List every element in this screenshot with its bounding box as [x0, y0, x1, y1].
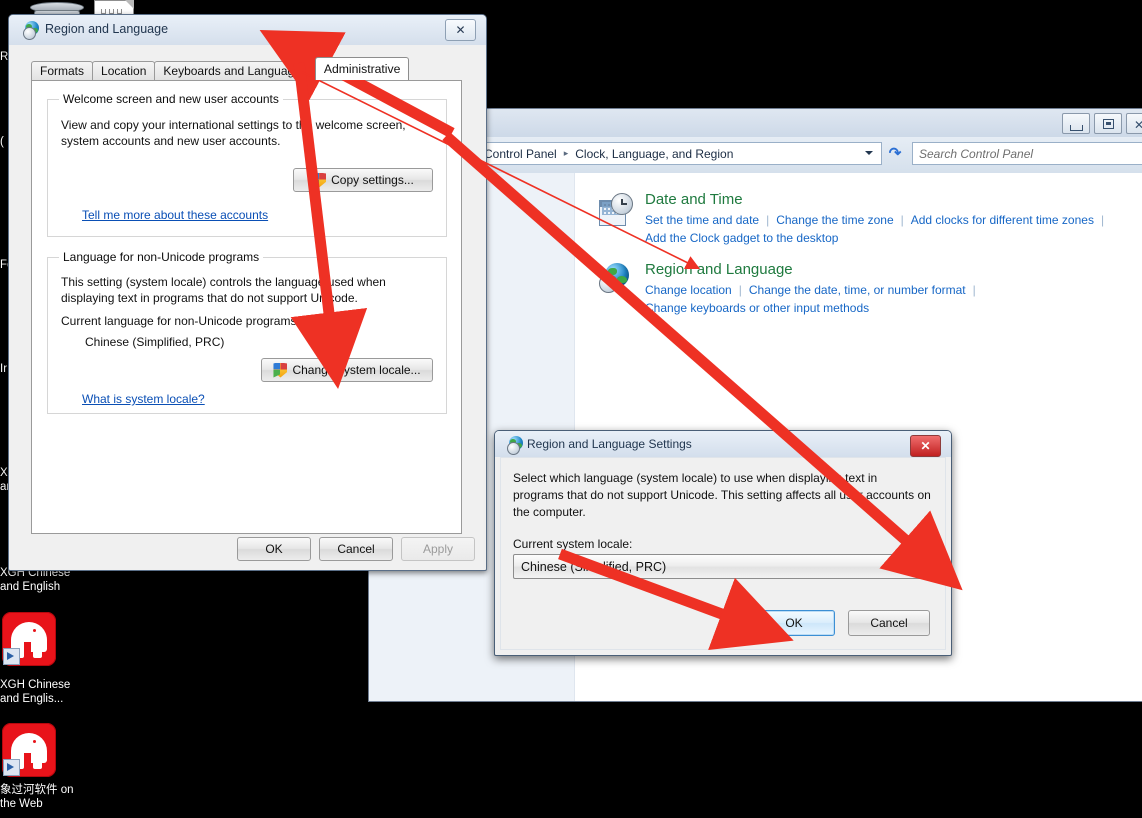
restore-button[interactable]: [1094, 113, 1122, 134]
breadcrumb-separator-icon: ▸: [563, 148, 569, 158]
tab-location[interactable]: Location: [92, 61, 156, 80]
current-language-value: Chinese (Simplified, PRC): [85, 335, 225, 349]
chevron-down-icon-2[interactable]: [922, 565, 930, 569]
shield-icon: [312, 172, 327, 188]
welcome-screen-legend: Welcome screen and new user accounts: [59, 92, 283, 106]
region-and-language-dialog[interactable]: Region and Language ✕ Formats Location K…: [8, 14, 487, 571]
tab-keyboards-and-languages[interactable]: Keyboards and Languages: [154, 61, 316, 80]
minimize-button[interactable]: [1062, 113, 1090, 134]
tab-administrative[interactable]: Administrative: [314, 57, 410, 80]
search-placeholder: Search Control Panel: [919, 146, 1034, 161]
category-title-date-and-time[interactable]: Date and Time: [645, 191, 1142, 209]
xgh-software-web-shortcut[interactable]: [0, 723, 61, 777]
administrative-tab-panel: Welcome screen and new user accounts Vie…: [31, 80, 462, 534]
welcome-screen-description: View and copy your international setting…: [61, 118, 406, 148]
link-add-clock-gadget[interactable]: Add the Clock gadget to the desktop: [645, 231, 838, 245]
xgh-icon-3-label: 象过河软件 on the Web: [0, 784, 74, 810]
change-system-locale-label: Change system locale...: [292, 363, 421, 377]
region-dialog-titlebar[interactable]: Region and Language ✕: [9, 15, 486, 45]
refresh-icon[interactable]: ↷: [884, 142, 906, 163]
link-change-date-time-number-format[interactable]: Change the date, time, or number format: [749, 283, 966, 297]
settings-cancel-button[interactable]: Cancel: [848, 610, 930, 636]
elephant-logo-icon-2: [2, 723, 56, 777]
settings-dialog-body: Select which language (system locale) to…: [500, 457, 946, 650]
region-dialog-cancel-button[interactable]: Cancel: [319, 537, 393, 561]
breadcrumb-current[interactable]: Clock, Language, and Region: [575, 147, 733, 161]
region-globe-icon: [23, 21, 41, 40]
category-links-date-and-time: Set the time and date | Change the time zo…: [645, 213, 1105, 227]
region-dialog-footer: OK Cancel Apply: [9, 532, 486, 570]
link-change-keyboards[interactable]: Change keyboards or other input methods: [645, 301, 869, 315]
address-bar[interactable]: Control Panel ▸ Clock, Language, and Reg…: [479, 142, 882, 165]
region-globe-icon-2: [507, 436, 525, 455]
shortcut-arrow-icon: [3, 648, 20, 665]
settings-dialog-titlebar[interactable]: Region and Language Settings ✕: [495, 431, 951, 457]
non-unicode-legend: Language for non-Unicode programs: [59, 250, 264, 264]
settings-ok-button[interactable]: OK: [753, 610, 835, 636]
link-change-time-zone[interactable]: Change the time zone: [776, 213, 893, 227]
system-locale-value: Chinese (Simplified, PRC): [521, 559, 667, 574]
settings-dialog-close-button[interactable]: ✕: [910, 435, 941, 457]
non-unicode-description: This setting (system locale) controls th…: [61, 275, 386, 305]
shield-icon-2: [273, 362, 288, 378]
settings-description: Select which language (system locale) to…: [513, 471, 931, 519]
xgh-chinese-english-shortcut[interactable]: [0, 612, 61, 666]
region-dialog-tabstrip: Formats Location Keyboards and Languages…: [31, 57, 410, 80]
tell-me-more-link[interactable]: Tell me more about these accounts: [82, 208, 268, 222]
settings-dialog-title: Region and Language Settings: [527, 437, 692, 451]
system-locale-dropdown[interactable]: Chinese (Simplified, PRC): [513, 554, 940, 579]
link-add-clocks[interactable]: Add clocks for different time zones: [911, 213, 1094, 227]
search-input[interactable]: Search Control Panel: [912, 142, 1142, 165]
category-title-region-and-language[interactable]: Region and Language: [645, 261, 1142, 279]
category-date-and-time: Date and Time Set the time and date | Chan…: [599, 191, 1142, 247]
close-icon: ✕: [455, 23, 466, 37]
close-button[interactable]: ✕: [1126, 113, 1142, 134]
desktop-label-fragment-4: Ir: [0, 363, 8, 375]
current-system-locale-label: Current system locale:: [513, 537, 633, 551]
region-dialog-title: Region and Language: [45, 22, 169, 36]
region-dialog-close-button[interactable]: ✕: [445, 19, 476, 41]
current-language-label: Current language for non-Unicode program…: [61, 314, 300, 328]
copy-settings-label: Copy settings...: [331, 173, 414, 187]
elephant-logo-icon: [2, 612, 56, 666]
breadcrumb-root[interactable]: Control Panel: [484, 147, 557, 161]
tab-formats[interactable]: Formats: [31, 61, 94, 80]
welcome-screen-group: Welcome screen and new user accounts Vie…: [47, 92, 447, 237]
xgh-icon-2-label: XGH Chinese and Englis...: [0, 679, 71, 705]
what-is-system-locale-link[interactable]: What is system locale?: [82, 392, 205, 406]
category-links2-region-and-language: Change keyboards or other input methods: [645, 299, 1142, 317]
region-dialog-ok-button[interactable]: OK: [237, 537, 311, 561]
close-icon-2: ✕: [920, 439, 931, 453]
category-links-region-and-language: Change location | Change the date, time, o…: [645, 283, 976, 297]
change-system-locale-button[interactable]: Change system locale...: [261, 358, 433, 382]
close-icon: ✕: [1134, 118, 1142, 132]
desktop-label-fragment-2: (: [0, 136, 4, 148]
date-time-icon: [599, 193, 633, 227]
shortcut-arrow-icon-2: [3, 759, 20, 776]
category-region-and-language: Region and Language Change location | Chan…: [599, 261, 1142, 317]
region-and-language-settings-dialog[interactable]: Region and Language Settings ✕ Select wh…: [494, 430, 952, 656]
link-change-location[interactable]: Change location: [645, 283, 732, 297]
region-dialog-apply-button: Apply: [401, 537, 475, 561]
chevron-down-icon[interactable]: [865, 151, 873, 155]
category-links2-date-and-time: Add the Clock gadget to the desktop: [645, 229, 1142, 247]
link-set-time-and-date[interactable]: Set the time and date: [645, 213, 759, 227]
non-unicode-group: Language for non-Unicode programs This s…: [47, 250, 447, 414]
notepad-rings: [101, 3, 125, 28]
copy-settings-button[interactable]: Copy settings...: [293, 168, 433, 192]
region-language-icon: [599, 263, 633, 297]
